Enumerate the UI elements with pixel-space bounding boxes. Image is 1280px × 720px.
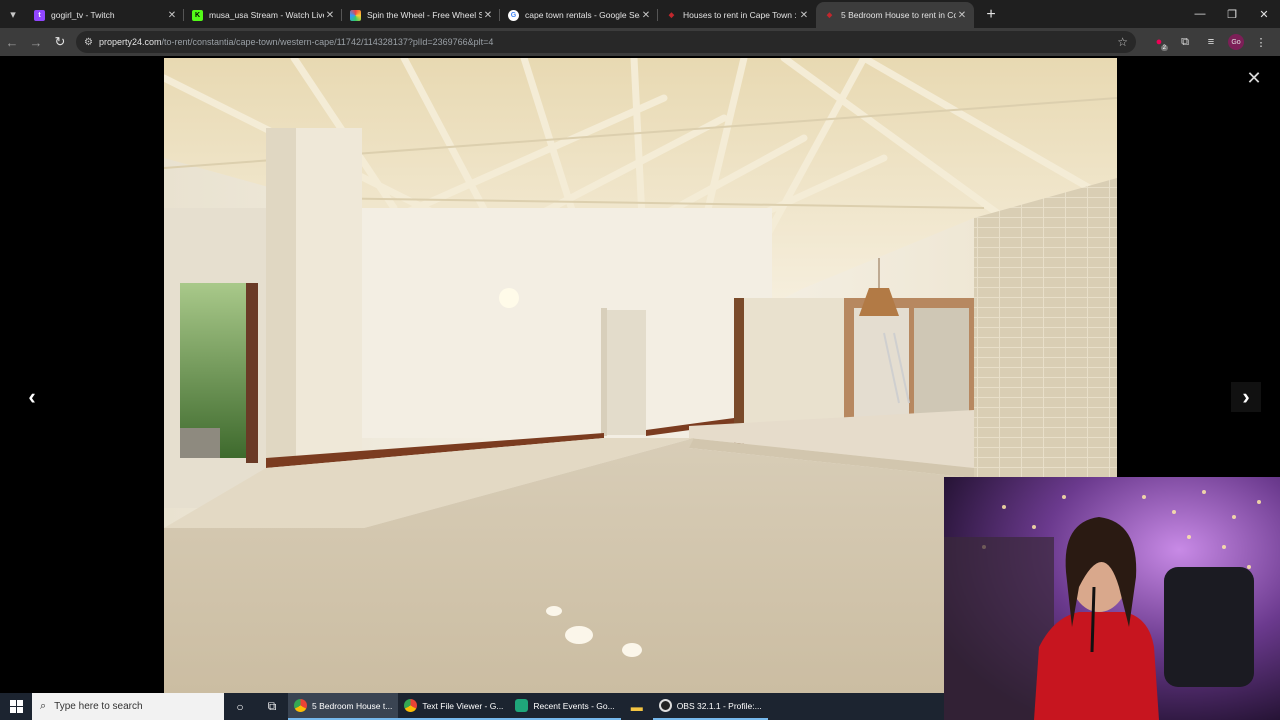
windows-taskbar: ⌕ Type here to search ○ ⧉ 5 Bedroom Hous… [0, 693, 944, 720]
restore-icon[interactable]: ❐ [1216, 0, 1248, 28]
taskbar-search-input[interactable]: ⌕ Type here to search [32, 693, 224, 720]
search-icon: ⌕ [40, 700, 47, 712]
bookmark-star-icon[interactable]: ☆ [1117, 35, 1128, 49]
back-arrow-icon[interactable]: ← [0, 30, 24, 54]
extension-icon[interactable]: ● 2 [1146, 31, 1172, 53]
taskbar-app-chrome-text-viewer[interactable]: Text File Viewer - G... [398, 693, 510, 720]
streamer-webcam-image [944, 477, 1280, 720]
property24-icon: ◆ [668, 12, 675, 19]
taskbar-app-chrome-listing[interactable]: 5 Bedroom House t... [288, 693, 399, 720]
search-placeholder: Type here to search [54, 701, 143, 712]
close-tab-icon[interactable]: ✕ [166, 10, 178, 21]
obs-icon [658, 699, 672, 712]
browser-toolbar: ← → ↻ ⚙ property24.com/to-rent/constanti… [0, 28, 1280, 56]
tab-list: t gogirl_tv - Twitch ✕ K musa_usa Stream… [26, 0, 974, 28]
chevron-right-icon[interactable]: › [1231, 382, 1261, 412]
url-host: property24.com [98, 37, 162, 47]
tab-google-search[interactable]: G cape town rentals - Google Sea ✕ [500, 2, 658, 28]
close-icon[interactable]: ✕ [1244, 68, 1264, 88]
google-icon: G [508, 9, 519, 21]
taskbar-app-label: Recent Events - Go... [533, 700, 615, 711]
close-tab-icon[interactable]: ✕ [798, 10, 810, 21]
tab-title: gogirl_tv - Twitch [51, 10, 115, 20]
cortana-icon[interactable]: ○ [224, 693, 256, 720]
chrome-icon [294, 699, 307, 712]
forward-arrow-icon[interactable]: → [24, 30, 48, 54]
taskbar-app-recent-events[interactable]: Recent Events - Go... [509, 693, 621, 720]
extension-badge: 2 [1160, 45, 1168, 51]
taskbar-app-label: 5 Bedroom House t... [312, 700, 393, 711]
puzzle-extensions-icon[interactable]: ⧉ [1172, 31, 1198, 53]
property24-icon: ◆ [826, 12, 833, 19]
tab-title: musa_usa Stream - Watch Live [209, 10, 324, 20]
close-window-icon[interactable]: ✕ [1248, 0, 1280, 28]
window-controls: — ❐ ✕ [1184, 0, 1280, 28]
address-bar[interactable]: ⚙ property24.com/to-rent/constantia/cape… [76, 31, 1136, 53]
chevron-left-icon[interactable]: ‹ [17, 382, 47, 412]
tab-title: Spin the Wheel - Free Wheel Sp [367, 10, 482, 20]
site-settings-icon[interactable]: ⚙ [84, 37, 93, 48]
close-tab-icon[interactable]: ✕ [640, 10, 652, 21]
profile-avatar[interactable]: Go [1228, 34, 1244, 50]
close-tab-icon[interactable]: ✕ [956, 10, 968, 21]
menu-kebab-icon[interactable]: ⋮ [1248, 31, 1274, 53]
media-control-icon[interactable]: ≡ [1198, 31, 1224, 53]
minimize-icon[interactable]: — [1184, 0, 1216, 28]
task-view-icon[interactable]: ⧉ [256, 693, 288, 720]
app-icon [515, 699, 529, 712]
webcam-overlay [944, 477, 1280, 720]
tab-twitch[interactable]: t gogirl_tv - Twitch ✕ [26, 2, 184, 28]
tab-spin-wheel[interactable]: Spin the Wheel - Free Wheel Sp ✕ [342, 2, 500, 28]
tab-title: 5 Bedroom House to rent in Co [841, 10, 956, 20]
file-explorer-icon[interactable]: ▬ [621, 693, 653, 720]
taskbar-app-obs[interactable]: OBS 32.1.1 - Profile:... [652, 693, 768, 720]
tab-search-icon[interactable]: ▾ [0, 0, 26, 28]
tab-kick[interactable]: K musa_usa Stream - Watch Live ✕ [184, 2, 342, 28]
reload-icon[interactable]: ↻ [48, 30, 72, 54]
new-tab-button[interactable]: + [980, 4, 1002, 26]
browser-tab-strip: ▾ t gogirl_tv - Twitch ✕ K musa_usa Stre… [0, 0, 1280, 28]
wheel-icon [350, 9, 361, 21]
twitch-icon: t [34, 9, 45, 21]
tab-title: cape town rentals - Google Sea [525, 10, 640, 20]
taskbar-app-label: Text File Viewer - G... [422, 700, 504, 711]
tab-houses-to-rent[interactable]: ◆ Houses to rent in Cape Town : C ✕ [658, 2, 816, 28]
url-path: /to-rent/constantia/cape-town/western-ca… [161, 37, 494, 47]
chrome-icon [404, 699, 418, 712]
close-tab-icon[interactable]: ✕ [482, 10, 494, 21]
tab-5-bedroom-house[interactable]: ◆ 5 Bedroom House to rent in Co ✕ [816, 2, 974, 28]
toolbar-actions: ● 2 ⧉ ≡ Go ⋮ [1146, 31, 1274, 53]
kick-icon: K [192, 9, 203, 21]
close-tab-icon[interactable]: ✕ [324, 10, 336, 21]
tab-title: Houses to rent in Cape Town : C [683, 10, 798, 20]
windows-start-icon[interactable] [0, 693, 32, 720]
taskbar-app-label: OBS 32.1.1 - Profile:... [676, 700, 762, 711]
